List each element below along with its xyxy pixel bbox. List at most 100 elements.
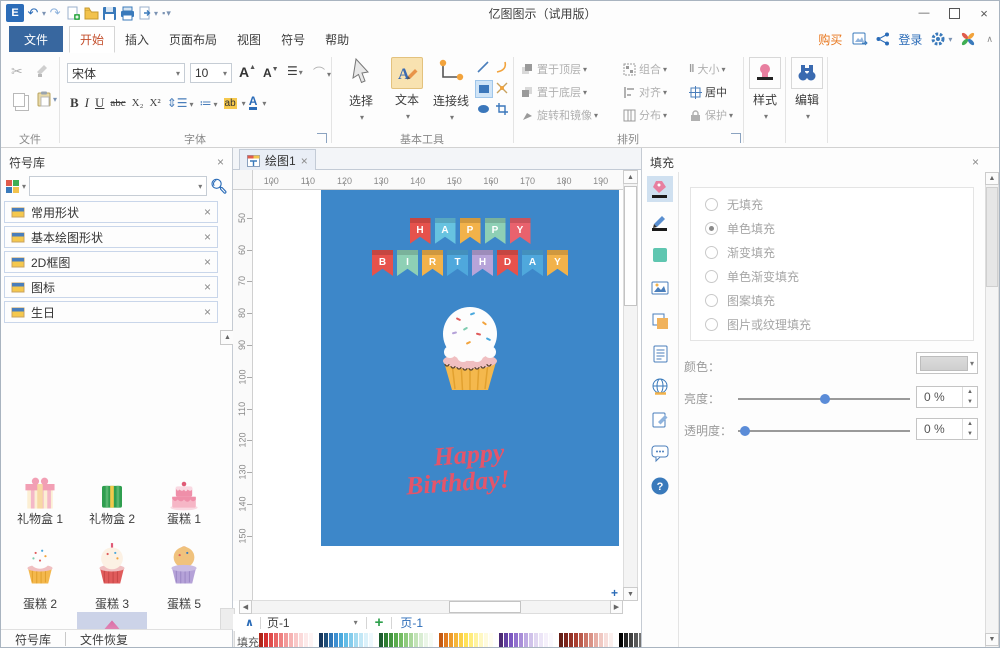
cut-icon[interactable]: ✂: [11, 63, 23, 80]
fill-option-row[interactable]: 渐变填充: [691, 240, 973, 264]
symbol-thumb-cupcake5[interactable]: [149, 538, 219, 594]
radio-icon[interactable]: [705, 246, 718, 259]
line-style-icon[interactable]: [647, 209, 673, 235]
banner-flag[interactable]: R: [422, 250, 443, 276]
canvas-vscroll-thumb[interactable]: [624, 186, 637, 306]
palette-swatch[interactable]: [404, 633, 408, 647]
banner-flag[interactable]: A: [522, 250, 543, 276]
select-tool-button[interactable]: 选择▾: [341, 57, 381, 123]
print-icon[interactable]: [118, 4, 136, 22]
banner-flag[interactable]: H: [472, 250, 493, 276]
birthday-card-shape[interactable]: HAPPY BIRTHDAY: [321, 190, 619, 546]
document-tab[interactable]: 绘图1 ×: [239, 149, 316, 171]
font-size-select[interactable]: 10▾: [190, 63, 232, 83]
greeting-text[interactable]: Happy Birthday!: [319, 432, 620, 507]
maximize-button[interactable]: [939, 2, 969, 24]
palette-swatch[interactable]: [354, 633, 358, 647]
bold-button[interactable]: B: [70, 95, 79, 111]
palette-swatch[interactable]: [604, 633, 608, 647]
export-icon[interactable]: [136, 4, 154, 22]
ellipse-tool-icon[interactable]: [475, 101, 491, 117]
canvas-scroll-up-icon[interactable]: ▲: [623, 170, 638, 184]
palette-swatch[interactable]: [444, 633, 448, 647]
banner-flag[interactable]: Y: [510, 218, 531, 244]
font-color-button[interactable]: A: [249, 96, 258, 110]
shrink-font-button[interactable]: A▼: [263, 66, 279, 80]
palette-swatch[interactable]: [424, 633, 428, 647]
settings-dropdown-icon[interactable]: ▾: [948, 35, 952, 44]
format-painter-icon[interactable]: [35, 63, 50, 78]
document-tab-close-icon[interactable]: ×: [301, 154, 308, 168]
palette-swatch[interactable]: [409, 633, 413, 647]
subscript-button[interactable]: X₂: [132, 97, 144, 109]
symbol-label[interactable]: 蛋糕 3: [77, 595, 147, 612]
connector-tool-button[interactable]: 连接线▾: [431, 57, 471, 123]
palette-swatch[interactable]: [559, 633, 563, 647]
distribute-button[interactable]: 分布▾: [623, 105, 667, 125]
palette-swatch[interactable]: [574, 633, 578, 647]
brightness-spinner-arrows[interactable]: ▲▼: [962, 387, 977, 407]
category-close-icon[interactable]: ×: [204, 230, 211, 244]
palette-swatch[interactable]: [449, 633, 453, 647]
palette-swatch[interactable]: [584, 633, 588, 647]
palette-swatch[interactable]: [544, 633, 548, 647]
palette-swatch[interactable]: [464, 633, 468, 647]
shadow-style-icon[interactable]: [647, 242, 673, 268]
banner-flag[interactable]: B: [372, 250, 393, 276]
export-image-icon[interactable]: [852, 32, 868, 46]
align-text-button[interactable]: ☰▾: [287, 64, 302, 78]
text-tool-button[interactable]: A 文本▾: [387, 57, 427, 122]
save-icon[interactable]: [100, 4, 118, 22]
fill-option-row[interactable]: 单色填充: [691, 216, 973, 240]
palette-swatch[interactable]: [294, 633, 298, 647]
tab-symbol-library[interactable]: 符号库: [1, 631, 65, 648]
palette-swatch[interactable]: [474, 633, 478, 647]
style-button[interactable]: 样式▾: [747, 57, 783, 122]
radio-icon[interactable]: [705, 198, 718, 211]
crop-tool-icon[interactable]: [494, 101, 510, 117]
page-select-dropdown-icon[interactable]: ▾: [354, 618, 358, 627]
brightness-slider-thumb[interactable]: [820, 394, 830, 404]
help-icon[interactable]: ?: [647, 473, 673, 499]
community-pinwheel-icon[interactable]: [960, 31, 976, 47]
palette-swatch[interactable]: [509, 633, 513, 647]
palette-swatch[interactable]: [264, 633, 268, 647]
palette-swatch[interactable]: [519, 633, 523, 647]
palette-swatch[interactable]: [484, 633, 488, 647]
palette-swatch[interactable]: [289, 633, 293, 647]
tab-help[interactable]: 帮助: [315, 27, 359, 52]
banner-flag[interactable]: D: [497, 250, 518, 276]
library-category[interactable]: 常用形状 ×: [4, 201, 218, 223]
palette-swatch[interactable]: [299, 633, 303, 647]
arrange-dialog-launcher-icon[interactable]: [731, 133, 741, 143]
banner-flag[interactable]: T: [447, 250, 468, 276]
palette-swatch[interactable]: [529, 633, 533, 647]
radio-icon[interactable]: [705, 318, 718, 331]
strikethrough-button[interactable]: abc: [110, 97, 125, 109]
banner-flag[interactable]: P: [485, 218, 506, 244]
palette-swatch[interactable]: [609, 633, 613, 647]
edit-button[interactable]: 编辑▾: [789, 57, 825, 122]
symbol-label[interactable]: 蛋糕 1: [149, 510, 219, 527]
fill-option-row[interactable]: 无填充: [691, 192, 973, 216]
fill-option-row[interactable]: 图案填充: [691, 288, 973, 312]
palette-swatch[interactable]: [469, 633, 473, 647]
highlight-button[interactable]: ab: [224, 98, 237, 109]
palette-swatch[interactable]: [284, 633, 288, 647]
canvas-hscroll-thumb[interactable]: [449, 601, 521, 613]
fill-color-dropdown[interactable]: ▾: [916, 352, 978, 374]
tab-home[interactable]: 开始: [69, 26, 115, 53]
fill-panel-scroll-thumb[interactable]: [986, 187, 998, 287]
fill-option-row[interactable]: 单色渐变填充: [691, 264, 973, 288]
rectangle-tool-icon[interactable]: [475, 80, 493, 98]
copy-icon[interactable]: [13, 93, 25, 107]
document-properties-icon[interactable]: [647, 341, 673, 367]
palette-swatch[interactable]: [259, 633, 263, 647]
palette-swatch[interactable]: [494, 633, 498, 647]
palette-swatch[interactable]: [269, 633, 273, 647]
customize-toolbar-icon[interactable]: ▪▾: [158, 4, 176, 22]
transparency-slider-track[interactable]: [738, 430, 910, 432]
group-button[interactable]: 组合▾: [623, 59, 667, 79]
symbol-label[interactable]: 礼物盒 1: [5, 510, 75, 527]
comment-icon[interactable]: [647, 440, 673, 466]
